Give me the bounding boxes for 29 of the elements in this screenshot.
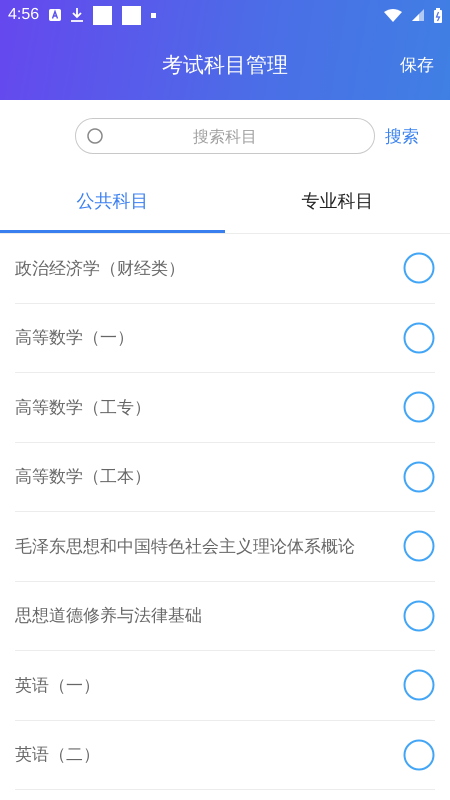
subject-name: 英语（一） [15,674,100,697]
search-button[interactable]: 搜索 [381,124,423,148]
signal-icon [412,9,424,21]
tab[interactable]: 公共科目 [0,172,225,233]
circle-icon [87,128,103,144]
radio-button[interactable] [403,391,435,424]
subject-name: 思想道德修养与法律基础 [15,605,202,628]
radio-button[interactable] [403,600,435,632]
radio-button[interactable] [403,322,435,354]
status-time: 4:56 [8,6,40,24]
keyboard-icon [49,9,62,21]
search-field[interactable]: 搜索科目 [75,118,375,154]
radio-button[interactable] [403,738,435,771]
wifi-icon [384,8,402,22]
radio-button[interactable] [403,669,435,702]
page-title: 考试科目管理 [162,52,288,79]
subject-name: 高等数学（一） [15,327,134,350]
subject-name: 政治经济学（财经类） [15,258,185,280]
subject-name: 毛泽东思想和中国特色社会主义理论体系概论 [15,536,355,558]
tab[interactable]: 专业科目 [225,172,450,233]
download-icon [71,8,84,22]
subject-name: 高等数学（工专） [15,396,151,419]
battery-icon [434,8,442,22]
save-button[interactable]: 保存 [396,50,438,80]
radio-button[interactable] [403,460,435,493]
radio-button[interactable] [403,252,435,284]
subject-name: 高等数学（工本） [15,466,151,488]
subject-name: 英语（二） [15,744,100,766]
radio-button[interactable] [403,530,435,562]
